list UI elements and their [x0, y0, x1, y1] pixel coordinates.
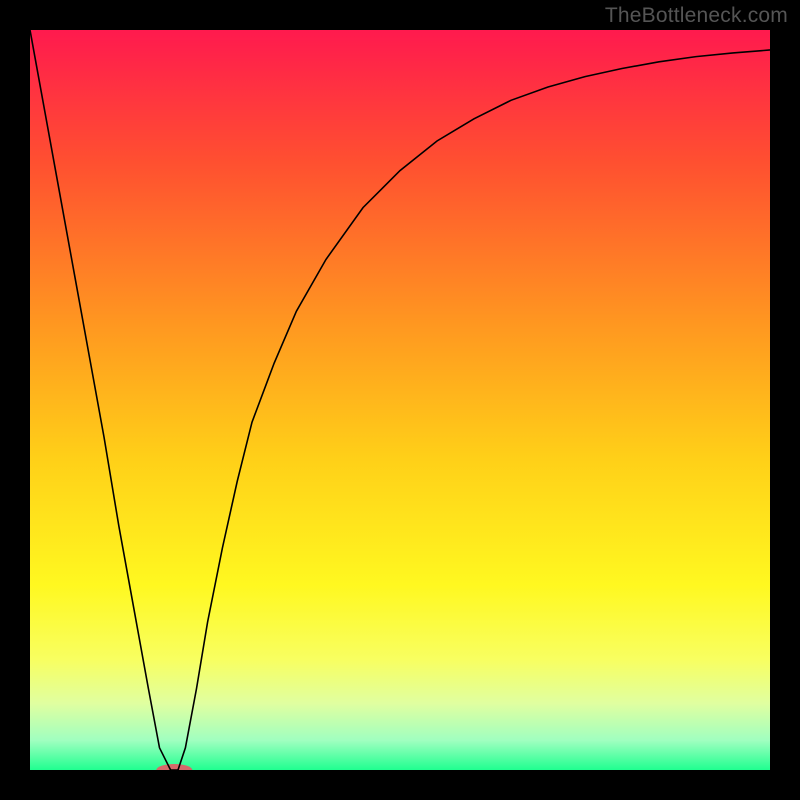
watermark-text: TheBottleneck.com — [605, 4, 788, 28]
chart-background — [30, 30, 770, 770]
chart-frame: TheBottleneck.com — [0, 0, 800, 800]
chart-svg — [30, 30, 770, 770]
